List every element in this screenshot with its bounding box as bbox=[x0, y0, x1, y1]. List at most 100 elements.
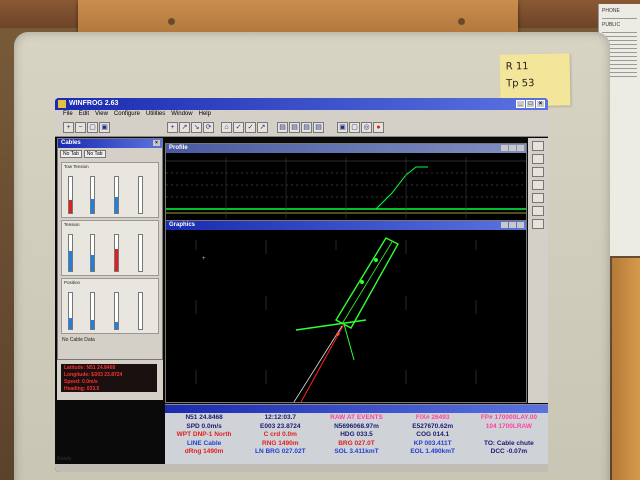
waypoint-icon[interactable]: ✓ bbox=[245, 122, 256, 133]
gauge-group: Position bbox=[61, 278, 159, 334]
gauge-group: Tension bbox=[61, 220, 159, 276]
side-button[interactable] bbox=[532, 154, 544, 164]
settings-icon[interactable]: ▣ bbox=[337, 122, 348, 133]
data-cell: LINE Cable bbox=[186, 439, 222, 447]
profile-window: Profile bbox=[165, 143, 527, 223]
close-button[interactable] bbox=[517, 145, 524, 151]
gauge-bar bbox=[68, 234, 73, 272]
screw bbox=[168, 18, 175, 25]
pan-icon[interactable]: ▣ bbox=[99, 122, 110, 133]
menu-file[interactable]: File bbox=[63, 111, 73, 119]
vessel-marker bbox=[336, 332, 340, 336]
side-button[interactable] bbox=[532, 206, 544, 216]
data-cell: SPD 0.0m/s bbox=[186, 422, 222, 430]
cable-tab[interactable]: No Tab bbox=[60, 150, 82, 158]
menu-utilities[interactable]: Utilities bbox=[146, 111, 165, 119]
data-window-titlebar bbox=[165, 405, 548, 413]
latitude-readout: Latitude: N51 24.8468 bbox=[64, 365, 116, 371]
menu-window[interactable]: Window bbox=[171, 111, 192, 119]
measure-icon[interactable]: ↘ bbox=[191, 122, 202, 133]
grid-icon[interactable]: ▤ bbox=[277, 122, 288, 133]
data-cell: TO: Cable chute bbox=[484, 439, 534, 447]
profile-titlebar: Profile bbox=[166, 144, 526, 153]
menu-configure[interactable]: Configure bbox=[114, 111, 140, 119]
side-button[interactable] bbox=[532, 193, 544, 203]
pointer-icon[interactable]: ↗ bbox=[179, 122, 190, 133]
data-cell: FIX# 26493 bbox=[415, 414, 450, 421]
data-cell: WPT DNP-1 North bbox=[176, 431, 232, 438]
graphics-plot: + bbox=[195, 237, 477, 403]
data-cell: EOL 1.490kmT bbox=[410, 448, 456, 455]
profile-title: Profile bbox=[169, 145, 188, 151]
grid-icon[interactable]: ▤ bbox=[289, 122, 300, 133]
menu-edit[interactable]: Edit bbox=[79, 111, 89, 119]
data-cell: 104 1700LRAW bbox=[485, 422, 533, 430]
vehicle-icon[interactable]: ⌂ bbox=[221, 122, 232, 133]
minimize-button[interactable]: _ bbox=[516, 100, 525, 108]
maximize-button[interactable]: □ bbox=[526, 100, 535, 108]
vessel-marker bbox=[374, 258, 378, 262]
phone-card-subtitle: PUBLIC bbox=[602, 22, 621, 28]
minimize-button[interactable] bbox=[501, 145, 508, 151]
grid-icon[interactable]: ▤ bbox=[313, 122, 324, 133]
graphics-title: Graphics bbox=[169, 222, 196, 228]
menu-view[interactable]: View bbox=[95, 111, 108, 119]
data-cell: N51 24.8468 bbox=[185, 414, 223, 421]
gauge-bar bbox=[114, 292, 119, 330]
route-icon[interactable]: ✓ bbox=[233, 122, 244, 133]
speed-readout: Speed: 0.0m/s bbox=[64, 379, 98, 385]
refresh-icon[interactable]: ⟳ bbox=[203, 122, 214, 133]
side-button[interactable] bbox=[532, 180, 544, 190]
data-cell: BRG 027.0T bbox=[338, 439, 375, 447]
monitor-screen: WINFROG 2.63 _ □ × File Edit View Config… bbox=[55, 98, 548, 472]
side-button[interactable] bbox=[532, 141, 544, 151]
gauge-group: Tow Tension bbox=[61, 162, 159, 218]
gauge-bar bbox=[114, 234, 119, 272]
gauge-bar bbox=[68, 176, 73, 214]
gauge-group-title: Position bbox=[64, 280, 81, 285]
minimize-button[interactable] bbox=[501, 222, 508, 228]
data-cell: RAW AT EVENTS bbox=[330, 414, 383, 421]
zoom-window-icon[interactable]: ▢ bbox=[87, 122, 98, 133]
app-title: WINFROG 2.63 bbox=[69, 100, 119, 107]
graphics-titlebar: Graphics bbox=[166, 221, 526, 230]
line-icon[interactable]: ↗ bbox=[257, 122, 268, 133]
side-button[interactable] bbox=[532, 219, 544, 229]
zoom-in-icon[interactable]: + bbox=[63, 122, 74, 133]
maximize-button[interactable] bbox=[509, 222, 516, 228]
sticky-note-line: Tp 53 bbox=[505, 78, 535, 90]
crosshair-icon[interactable]: + bbox=[167, 122, 178, 133]
maximize-button[interactable] bbox=[509, 145, 516, 151]
cable-line bbox=[343, 323, 355, 361]
gauge-bar bbox=[114, 176, 119, 214]
position-readout: Latitude: N51 24.8468 Longitude: E003 23… bbox=[61, 364, 157, 392]
data-cell: C crd 0.0m bbox=[263, 431, 297, 438]
vessel-marker bbox=[360, 280, 364, 284]
sticky-note-line: R 11 bbox=[505, 61, 529, 73]
cable-tab[interactable]: No Tab bbox=[83, 150, 106, 158]
heading-line bbox=[295, 319, 367, 331]
cables-panel: Cables × No Tab No Tab Tow Tension Tensi… bbox=[57, 138, 163, 360]
side-button[interactable] bbox=[532, 167, 544, 177]
data-cell: 12:12:03.7 bbox=[264, 414, 297, 421]
menu-bar: File Edit View Configure Utilities Windo… bbox=[55, 110, 548, 119]
app-titlebar: WINFROG 2.63 _ □ × bbox=[55, 98, 548, 110]
data-cell: LN BRG 027.02T bbox=[255, 448, 306, 455]
data-grid: N51 24.8468 12:12:03.7 RAW AT EVENTS FIX# 2… bbox=[165, 413, 548, 458]
data-cell: COG 014.1 bbox=[416, 431, 450, 438]
grid-icon[interactable]: ▤ bbox=[301, 122, 312, 133]
graphics-window: Graphics + bbox=[165, 220, 527, 403]
close-button[interactable] bbox=[517, 222, 524, 228]
gauge-bar bbox=[90, 292, 95, 330]
vessel-axis bbox=[341, 241, 393, 325]
menu-help[interactable]: Help bbox=[199, 111, 211, 119]
data-cell: SOL 3.411kmT bbox=[334, 448, 379, 455]
zoom-out-icon[interactable]: − bbox=[75, 122, 86, 133]
data-cell: HDG 033.5 bbox=[340, 431, 373, 438]
gauge-bar bbox=[138, 176, 143, 214]
window-icon[interactable]: ▢ bbox=[349, 122, 360, 133]
stop-icon[interactable]: ● bbox=[373, 122, 384, 133]
target-icon[interactable]: ◎ bbox=[361, 122, 372, 133]
close-icon[interactable]: × bbox=[153, 140, 160, 146]
close-button[interactable]: × bbox=[536, 100, 545, 108]
